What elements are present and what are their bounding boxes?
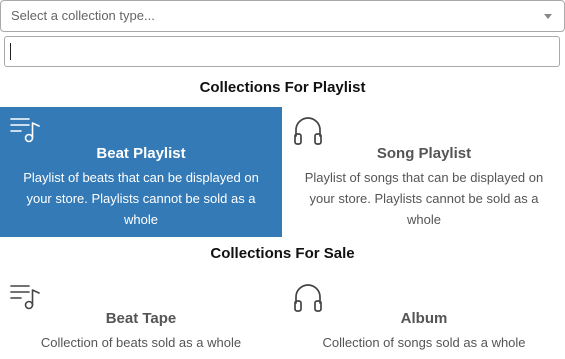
search-input[interactable]: [4, 36, 560, 67]
collection-type-select-dropdown: Select a collection type... Collections …: [0, 0, 565, 359]
collection-type-select[interactable]: Select a collection type...: [0, 0, 565, 32]
headphones-icon: [294, 117, 322, 145]
group-heading-sale: Collections For Sale: [210, 245, 355, 262]
option-description: Collection of songs sold as a whole: [322, 335, 526, 350]
option-description: Collection of beats sold as a whole: [40, 335, 242, 350]
option-song-playlist[interactable]: Song Playlist Playlist of songs that can…: [283, 107, 565, 237]
select-placeholder: Select a collection type...: [11, 8, 155, 23]
option-description: Playlist of songs that can be displayed …: [304, 170, 544, 227]
playlist-music-icon: [10, 118, 40, 143]
option-album[interactable]: Album Collection of songs sold as a whol…: [283, 274, 565, 359]
group-heading-playlist: Collections For Playlist: [199, 79, 366, 96]
option-description: Playlist of beats that can be displayed …: [23, 170, 259, 227]
option-title: Beat Tape: [105, 310, 177, 327]
option-title: Album: [400, 310, 448, 327]
text-cursor: [10, 43, 11, 60]
playlist-music-icon: [10, 285, 40, 310]
option-beat-tape[interactable]: Beat Tape Collection of beats sold as a …: [0, 274, 282, 359]
option-title: Beat Playlist: [96, 145, 186, 162]
headphones-icon: [294, 284, 322, 312]
option-beat-playlist[interactable]: Beat Playlist Playlist of beats that can…: [0, 107, 282, 237]
dropdown-arrow-icon[interactable]: [544, 14, 552, 19]
option-title: Song Playlist: [376, 145, 472, 162]
